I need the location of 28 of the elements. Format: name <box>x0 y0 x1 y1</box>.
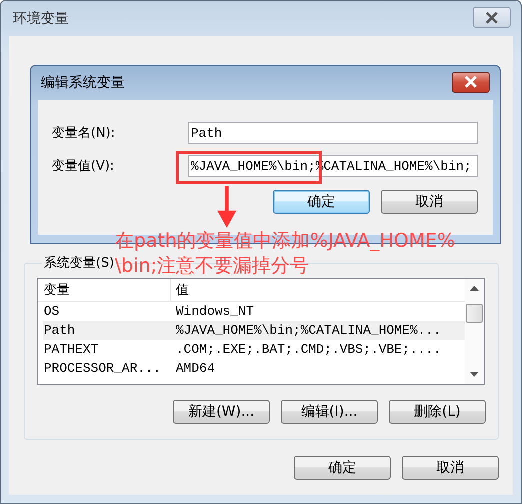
dialog-title: 编辑系统变量 <box>40 74 125 92</box>
table-row[interactable]: Path %JAVA_HOME%\bin;%CATALINA_HOME%... <box>43 321 465 340</box>
list-button[interactable]: 编辑(I)... <box>281 400 378 424</box>
table-row[interactable]: PATHEXT .COM;.EXE;.BAT;.CMD;.VBS;.VBE;.... <box>43 340 465 359</box>
window-title: 环境变量 <box>12 10 69 28</box>
column-header[interactable]: 变量 <box>38 279 171 301</box>
column-header[interactable]: 值 <box>171 279 465 301</box>
list-button[interactable]: 删除(L) <box>389 400 486 424</box>
table-cell-text: PATHEXT <box>43 342 100 357</box>
list-button[interactable]: 新建(W)... <box>173 400 270 424</box>
dialog-button[interactable]: 取消 <box>402 456 499 480</box>
field-label: 变量名(N): <box>52 125 116 142</box>
table-cell-text: Windows_NT <box>175 304 256 319</box>
variable-list[interactable]: 变量 值 OS Windows_NT Path %JAVA_HOME%\bin;%CATALINA_HOME%... PATHEXT .COM;.EXE;.BAT;.CMD;.VBS;.VBE;.... PROCESSOR_AR... AMD64 <box>37 278 485 385</box>
table-row[interactable]: PROCESSOR_AR... AMD64 <box>43 359 465 378</box>
table-cell-text: AMD64 <box>175 361 216 376</box>
table-row[interactable]: OS Windows_NT <box>43 302 465 321</box>
dialog-button[interactable]: 确定 <box>273 190 370 214</box>
dialog-button[interactable]: 取消 <box>381 190 478 214</box>
field-label: 变量值(V): <box>52 158 116 175</box>
table-cell-text: %JAVA_HOME%\bin;%CATALINA_HOME%... <box>175 323 442 338</box>
group-label: 系统变量(S) <box>43 255 115 272</box>
table-cell-text: PROCESSOR_AR... <box>43 361 162 376</box>
table-cell-text: OS <box>43 304 61 319</box>
table-cell-text: Path <box>43 323 76 338</box>
input-field[interactable]: Path <box>188 122 478 144</box>
table-cell-text: .COM;.EXE;.BAT;.CMD;.VBS;.VBE;.... <box>175 342 442 357</box>
dialog-button[interactable]: 确定 <box>294 456 391 480</box>
